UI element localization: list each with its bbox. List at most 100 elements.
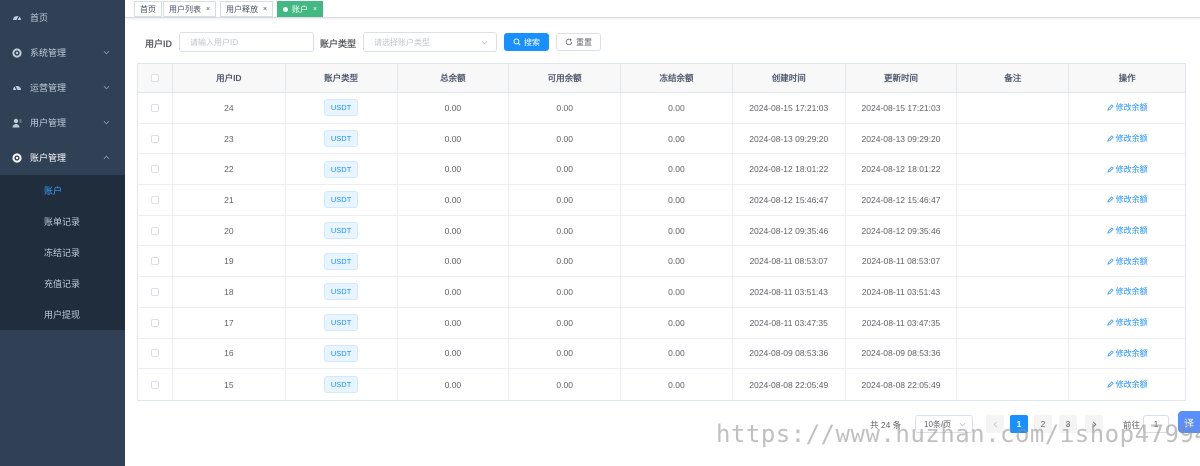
tag-home[interactable]: 首页: [134, 1, 162, 17]
user-icon: [12, 118, 22, 128]
edit-icon: [1106, 350, 1114, 357]
page-button-1[interactable]: 1: [1010, 415, 1028, 433]
cell-available-balance: 0.00: [509, 185, 622, 215]
tag-user-release[interactable]: 用户释放 ×: [220, 1, 274, 17]
chevron-down-icon: [103, 49, 110, 56]
close-icon[interactable]: ×: [313, 6, 317, 13]
uid-input[interactable]: 请输入用户ID: [179, 32, 314, 52]
tag-user-list[interactable]: 用户列表 ×: [163, 1, 217, 17]
cell-frozen-balance: 0.00: [621, 307, 733, 338]
row-checkbox[interactable]: [150, 287, 159, 296]
row-checkbox[interactable]: [150, 103, 159, 112]
row-checkbox[interactable]: [150, 318, 159, 327]
accounts-table: 用户ID 账户类型 总余额 可用余额 冻结余额 创建时间 更新时间 备注 操作 …: [137, 63, 1186, 401]
cell-created-time: 2024-08-11 08:53:07: [733, 246, 846, 277]
cell-account-type: USDT: [286, 369, 398, 400]
prev-page-button[interactable]: [986, 415, 1004, 433]
gear-icon: [12, 47, 22, 58]
row-checkbox[interactable]: [150, 226, 159, 235]
edit-balance-link[interactable]: 修改余额: [1106, 225, 1148, 236]
reset-button-label: 重置: [576, 37, 592, 47]
cell-updated-time: 2024-08-11 03:47:35: [846, 307, 958, 338]
account-type-badge: USDT: [323, 252, 359, 270]
cell-remark: [957, 185, 1070, 215]
table-row: 15 USDT 0.00 0.00 0.00 2024-08-08 22:05:49 202…: [138, 369, 1185, 400]
sidebar-subitem-freeze-records[interactable]: 冻结记录: [0, 237, 125, 268]
reset-button[interactable]: 重置: [556, 33, 601, 51]
cell-remark: [957, 246, 1070, 277]
tag-account[interactable]: 账户 ×: [277, 1, 324, 17]
edit-balance-label: 修改余额: [1115, 226, 1148, 236]
row-checkbox[interactable]: [150, 257, 159, 266]
next-page-button[interactable]: [1085, 415, 1103, 433]
sidebar-item-home[interactable]: 首页: [0, 0, 125, 35]
sidebar-subitem-withdrawals[interactable]: 用户提现: [0, 299, 125, 330]
edit-balance-link[interactable]: 修改余额: [1106, 379, 1148, 390]
cell-frozen-balance: 0.00: [621, 215, 733, 246]
sidebar-subitem-bill-records[interactable]: 账单记录: [0, 206, 125, 237]
cell-updated-time: 2024-08-12 09:35:46: [846, 215, 958, 246]
row-checkbox[interactable]: [150, 349, 159, 358]
page-button-2[interactable]: 2: [1034, 415, 1052, 433]
cell-updated-time: 2024-08-11 03:51:43: [846, 277, 958, 307]
row-checkbox[interactable]: [150, 134, 159, 143]
cell-remark: [957, 123, 1070, 154]
cell-account-type: USDT: [286, 215, 398, 246]
cell-frozen-balance: 0.00: [621, 123, 733, 154]
goto-page-input[interactable]: 1: [1143, 415, 1169, 433]
row-checkbox[interactable]: [150, 165, 159, 174]
cell-available-balance: 0.00: [509, 246, 622, 277]
chevron-left-icon: [993, 421, 997, 427]
tag-label: 首页: [140, 4, 156, 14]
page-size-select[interactable]: 10条/页: [915, 415, 973, 433]
edit-balance-label: 修改余额: [1115, 287, 1148, 297]
edit-balance-link[interactable]: 修改余额: [1106, 286, 1148, 297]
edit-balance-link[interactable]: 修改余额: [1106, 317, 1148, 328]
edit-balance-link[interactable]: 修改余额: [1106, 256, 1148, 267]
cell-account-type: USDT: [286, 93, 398, 123]
account-type-badge: USDT: [323, 314, 359, 332]
sidebar-subitem-recharge-records[interactable]: 充值记录: [0, 268, 125, 299]
header-uid: 用户ID: [173, 64, 286, 92]
edit-icon: [1106, 288, 1114, 296]
edit-balance-link[interactable]: 修改余额: [1106, 164, 1148, 175]
cell-frozen-balance: 0.00: [621, 369, 733, 400]
sidebar-subitem-account[interactable]: 账户: [0, 175, 125, 206]
row-checkbox[interactable]: [150, 380, 159, 389]
goto-label: 前往: [1123, 420, 1141, 430]
edit-balance-link[interactable]: 修改余额: [1106, 133, 1148, 144]
sidebar-item-system[interactable]: 系统管理: [0, 35, 125, 70]
sidebar-item-operations[interactable]: 运营管理: [0, 70, 125, 105]
page-button-3[interactable]: 3: [1059, 415, 1077, 433]
cell-operation: 修改余额: [1069, 93, 1185, 123]
cell-uid: 20: [173, 215, 286, 246]
edit-balance-link[interactable]: 修改余额: [1106, 348, 1148, 359]
table-body: 24 USDT 0.00 0.00 0.00 2024-08-15 17:21:03 202…: [138, 93, 1185, 400]
close-icon[interactable]: ×: [263, 6, 267, 13]
close-icon[interactable]: ×: [206, 6, 210, 13]
account-type-label: 账户类型: [320, 39, 357, 49]
header-account-type: 账户类型: [286, 64, 398, 92]
cell-remark: [957, 93, 1070, 123]
cell-account-type: USDT: [286, 123, 398, 154]
cell-available-balance: 0.00: [509, 338, 622, 369]
edit-balance-link[interactable]: 修改余额: [1106, 194, 1148, 205]
submenu-accounts: 账户 账单记录 冻结记录 充值记录 用户提现: [0, 175, 125, 330]
sidebar-item-users[interactable]: 用户管理: [0, 105, 125, 140]
sidebar-item-accounts[interactable]: 账户管理: [0, 140, 125, 175]
edit-balance-link[interactable]: 修改余额: [1106, 102, 1148, 113]
cell-operation: 修改余额: [1069, 124, 1185, 154]
select-all-checkbox[interactable]: [150, 74, 159, 82]
translate-button[interactable]: 译: [1178, 411, 1200, 433]
cell-remark: [957, 277, 1070, 307]
account-type-badge: USDT: [323, 191, 359, 209]
chevron-up-icon: [103, 154, 110, 161]
cell-total-balance: 0.00: [398, 154, 510, 185]
cell-remark: [957, 154, 1070, 185]
account-type-select[interactable]: 请选择账户类型: [363, 32, 497, 52]
account-type-badge: USDT: [323, 376, 359, 394]
table-row: 19 USDT 0.00 0.00 0.00 2024-08-11 08:53:07 202…: [138, 246, 1185, 278]
row-checkbox[interactable]: [150, 195, 159, 204]
header-checkbox-cell: [138, 64, 173, 92]
search-button[interactable]: 搜索: [504, 33, 549, 51]
